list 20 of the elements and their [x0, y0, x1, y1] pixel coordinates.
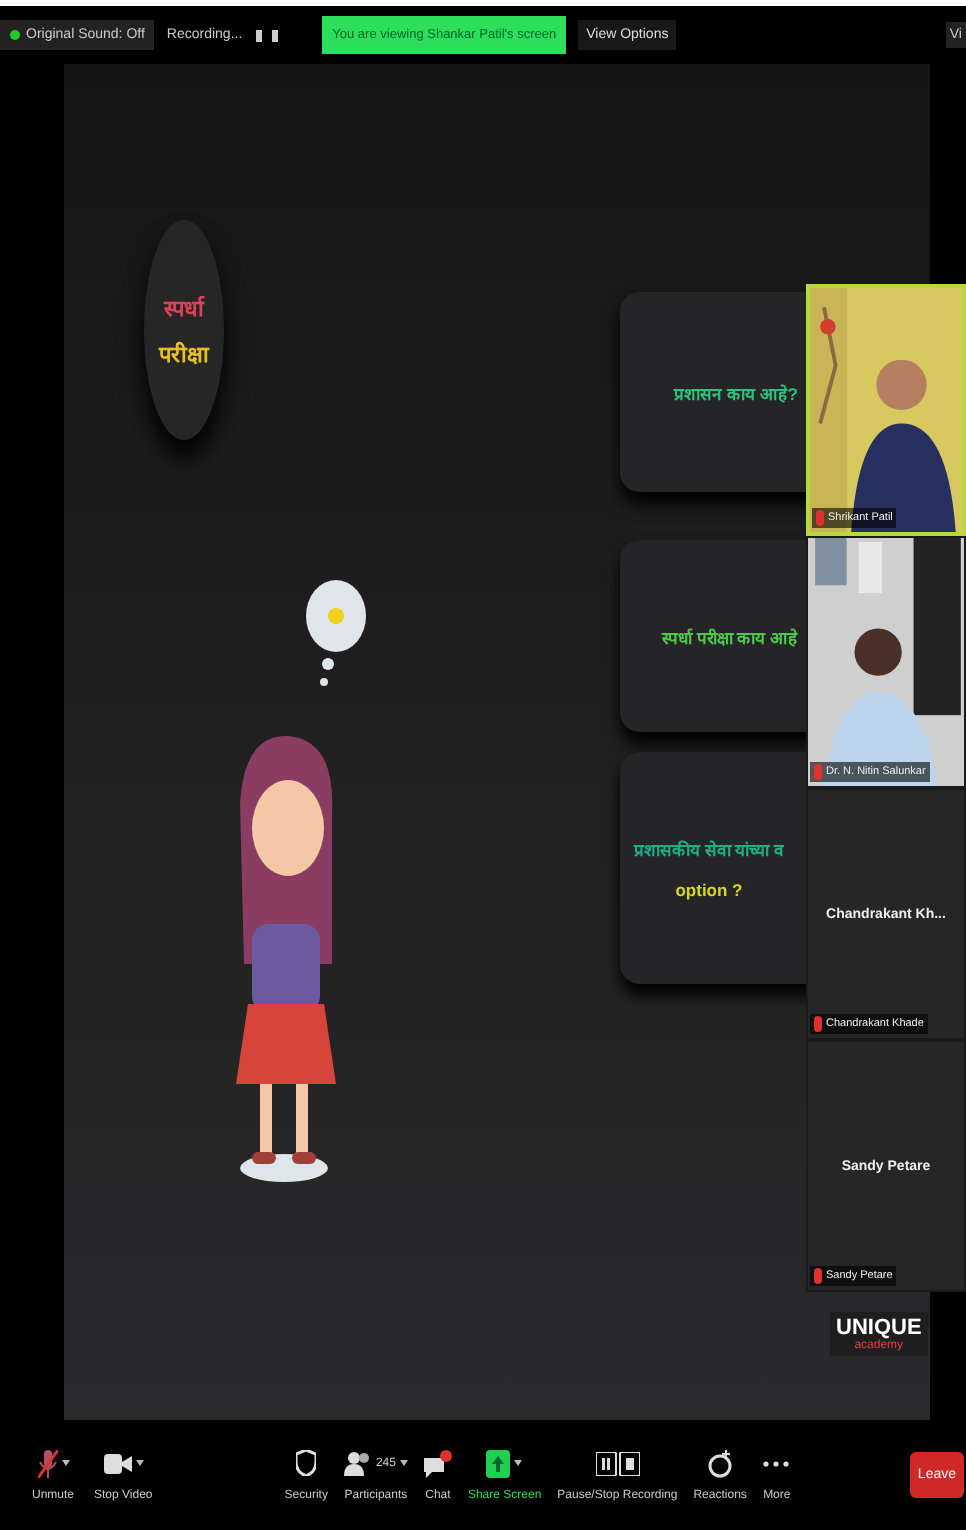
chat-icon: [423, 1449, 452, 1477]
caret-icon[interactable]: [399, 1460, 408, 1466]
pause-icon[interactable]: [254, 27, 283, 43]
video-camera-icon: [103, 1453, 132, 1473]
caret-icon[interactable]: [61, 1460, 69, 1466]
shield-icon: [296, 1450, 317, 1476]
pause-stop-icon: [595, 1451, 640, 1475]
question-text: प्रशासन काय आहे?: [674, 381, 798, 403]
logo-text: UNIQUE: [836, 1316, 922, 1340]
share-screen-icon: [486, 1449, 511, 1477]
question-text: option ?: [675, 879, 743, 899]
more-icon: [762, 1459, 791, 1467]
caret-icon[interactable]: [514, 1460, 523, 1466]
caret-icon[interactable]: [135, 1460, 144, 1466]
question-text: प्रशासकीय सेवा यांच्या व: [633, 837, 785, 859]
thought-bubble-drawing: [300, 576, 372, 692]
question-text: स्पर्धा परीक्षा काय आहे: [661, 625, 798, 647]
people-icon: [343, 1451, 372, 1475]
badge-text: स्पर्धा: [164, 293, 204, 322]
badge-text: परीक्षा: [159, 339, 209, 368]
